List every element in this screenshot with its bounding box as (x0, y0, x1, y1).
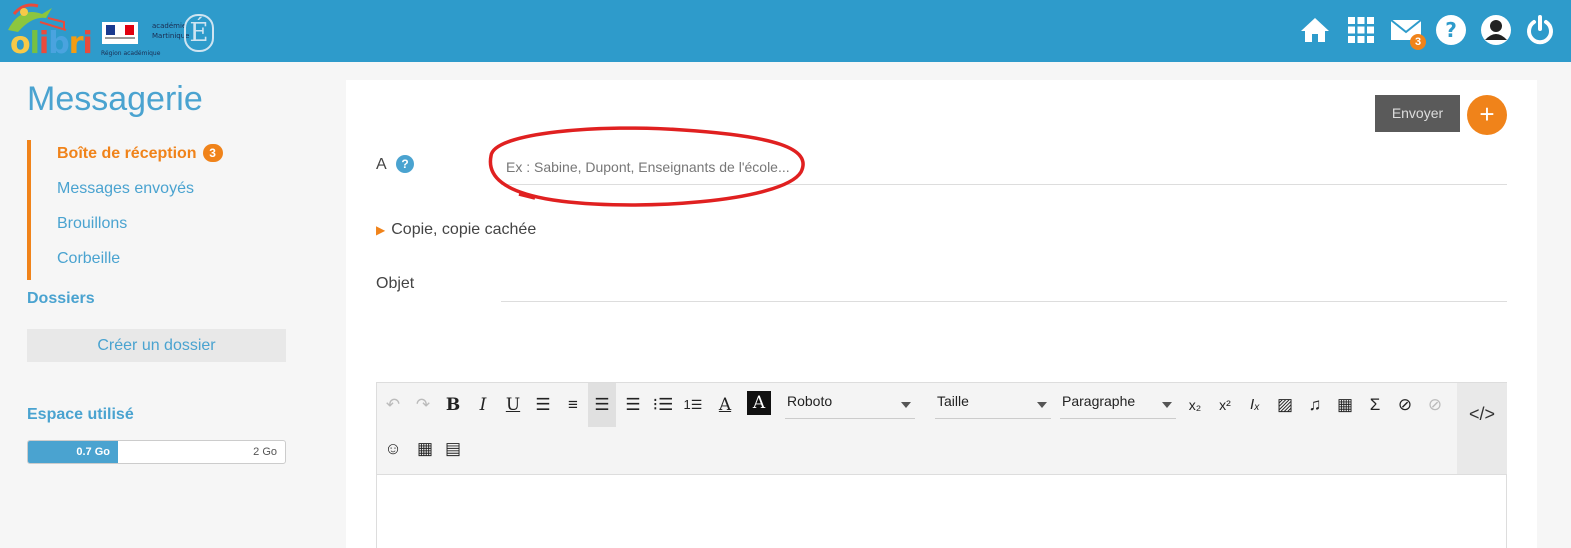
undo-icon[interactable]: ↶ (379, 383, 407, 427)
align-left-icon[interactable]: ☰ (588, 383, 616, 427)
home-icon[interactable] (1299, 14, 1331, 46)
add-button[interactable]: + (1467, 95, 1507, 135)
page-title: Messagerie (27, 80, 203, 118)
template-icon[interactable]: ▤ (439, 427, 467, 471)
font-size-select[interactable]: Taille (935, 393, 1051, 419)
subject-input[interactable] (501, 270, 1507, 302)
expand-arrow-icon: ▶ (376, 223, 386, 237)
send-button[interactable]: Envoyer (1375, 95, 1460, 132)
mail-icon[interactable]: 3 (1390, 14, 1426, 50)
apps-grid-icon[interactable] (1345, 14, 1377, 46)
storage-total-value: 2 Go (253, 446, 277, 458)
editor-toolbar: ↶ ↷ B I U ☰ ≡ ☰ ☰ ⁝☰ 1☰ A A Roboto Taill… (377, 383, 1457, 474)
academie-name: académie (152, 22, 187, 30)
mail-count-badge: 3 (1410, 34, 1426, 50)
republique-francaise-logo (102, 22, 138, 44)
sidebar-item-label: Messages envoyés (57, 180, 194, 197)
superscript-icon[interactable]: x² (1211, 383, 1239, 427)
compose-panel: Envoyer + A ? ▶ Copie, copie cachée Objet… (346, 80, 1537, 548)
rich-text-editor: ↶ ↷ B I U ☰ ≡ ☰ ☰ ⁝☰ 1☰ A A Roboto Taill… (376, 382, 1507, 548)
font-family-value: Roboto (787, 393, 833, 409)
clear-format-icon[interactable]: Iₓ (1241, 383, 1269, 427)
chevron-down-icon (1037, 402, 1047, 408)
block-format-select[interactable]: Paragraphe (1060, 393, 1176, 419)
sidebar-item-sent[interactable]: Messages envoyés (31, 175, 287, 210)
bold-icon[interactable]: B (439, 383, 467, 427)
sidebar-item-inbox[interactable]: Boîte de réception 3 (31, 140, 287, 175)
top-header: olibri académie Martinique É Région acad… (0, 0, 1571, 62)
sidebar-item-label: Brouillons (57, 215, 128, 232)
align-center-icon[interactable]: ≡ (559, 383, 587, 427)
recipient-input[interactable] (501, 150, 1507, 185)
emoji-icon[interactable]: ☺ (379, 427, 407, 471)
sidebar-item-label: Corbeille (57, 250, 121, 267)
chevron-down-icon (1162, 402, 1172, 408)
olibri-logo[interactable]: olibri (4, 0, 93, 61)
academie-logo: académie Martinique É (152, 8, 216, 52)
block-format-value: Paragraphe (1062, 393, 1136, 409)
chevron-down-icon (901, 402, 911, 408)
storage-heading: Espace utilisé (27, 406, 134, 423)
region-tag: Région académique (101, 50, 161, 57)
cc-bcc-toggle[interactable]: ▶ Copie, copie cachée (376, 221, 536, 239)
svg-text:?: ? (1445, 18, 1457, 42)
subscript-icon[interactable]: x₂ (1181, 383, 1209, 427)
cc-bcc-label: Copie, copie cachée (391, 221, 537, 238)
formula-icon[interactable]: Σ (1361, 383, 1389, 427)
video-icon[interactable]: ▦ (1331, 383, 1359, 427)
to-label: A (376, 156, 387, 173)
create-folder-button[interactable]: Créer un dossier (27, 329, 286, 362)
folders-heading: Dossiers (27, 290, 95, 307)
power-icon[interactable] (1524, 14, 1556, 46)
redo-icon[interactable]: ↷ (409, 383, 437, 427)
logo-text: olibri (10, 26, 93, 61)
unread-count-badge: 3 (202, 144, 223, 162)
link-icon[interactable]: ⊘ (1391, 383, 1419, 427)
align-justify-icon[interactable]: ☰ (529, 383, 557, 427)
audio-icon[interactable]: ♫ (1301, 383, 1329, 427)
align-right-icon[interactable]: ☰ (619, 383, 647, 427)
source-code-icon[interactable]: </> (1457, 383, 1507, 474)
bullet-list-icon[interactable]: ⁝☰ (649, 383, 677, 427)
text-color-icon[interactable]: A (711, 383, 739, 427)
recipient-help-icon[interactable]: ? (396, 155, 414, 173)
storage-usage-bar: 0.7 Go 2 Go (27, 440, 286, 464)
background-color-icon[interactable]: A (747, 391, 771, 415)
font-family-select[interactable]: Roboto (785, 393, 915, 419)
underline-icon[interactable]: U (499, 383, 527, 427)
image-icon[interactable]: ▨ (1271, 383, 1299, 427)
message-body-input[interactable] (377, 474, 1506, 548)
sidebar-item-label: Boîte de réception (57, 145, 197, 162)
numbered-list-icon[interactable]: 1☰ (679, 383, 707, 427)
font-size-value: Taille (937, 393, 969, 409)
table-icon[interactable]: ▦ (411, 427, 439, 471)
unlink-icon[interactable]: ⊘ (1421, 383, 1449, 427)
folder-list: Boîte de réception 3 Messages envoyés Bro… (27, 140, 287, 280)
italic-icon[interactable]: I (469, 383, 497, 427)
storage-used-value: 0.7 Go (76, 446, 110, 458)
sidebar-item-drafts[interactable]: Brouillons (31, 210, 287, 245)
subject-label: Objet (376, 275, 415, 292)
user-icon[interactable] (1480, 14, 1512, 46)
sidebar-item-trash[interactable]: Corbeille (31, 245, 287, 280)
academie-e-emblem: É (184, 14, 214, 52)
help-icon[interactable]: ? (1435, 14, 1467, 46)
